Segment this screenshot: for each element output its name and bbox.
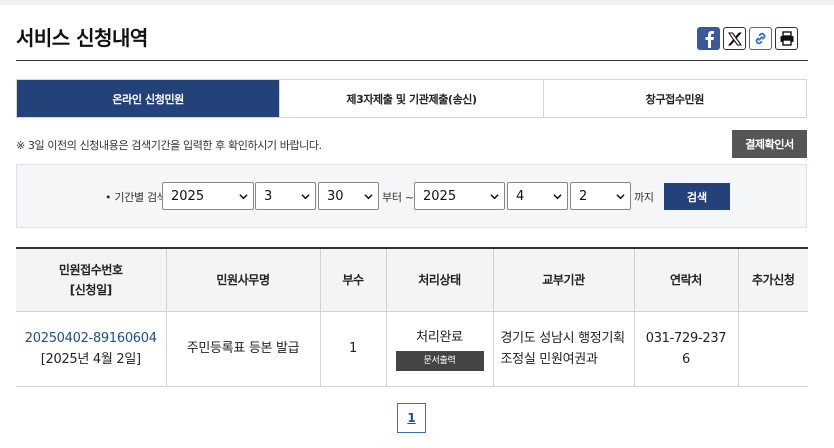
- link-copy-icon[interactable]: [749, 27, 772, 50]
- payment-confirmation-button[interactable]: 결제확인서: [732, 130, 807, 158]
- to-suffix-text: 까지: [634, 191, 654, 204]
- tab-counter-applications[interactable]: 창구접수민원: [542, 80, 806, 117]
- printer-icon[interactable]: [775, 27, 798, 50]
- contact-cell: 031-729-237 6: [633, 311, 738, 387]
- share-buttons: [697, 27, 798, 50]
- from-year-value: 2025: [171, 188, 205, 204]
- agency-cell: 경기도 성남시 행정기획 조정실 민원여권과: [492, 311, 634, 387]
- status-cell: 처리완료 문서출력: [385, 311, 493, 387]
- to-day-select[interactable]: 2: [570, 182, 631, 210]
- col-contact: 연락처: [633, 247, 738, 312]
- x-twitter-icon[interactable]: [723, 27, 746, 50]
- chevron-down-icon: [616, 194, 625, 200]
- receipt-number-link[interactable]: 20250402-89160604: [16, 328, 166, 349]
- table-header-row: 민원접수번호 [신청일] 민원사무명 부수 처리상태 교부기관 연락처 추가신청: [16, 247, 808, 312]
- col-extra-request: 추가신청: [737, 247, 808, 312]
- pagination-page-1[interactable]: 1: [397, 403, 426, 433]
- chevron-down-icon: [553, 194, 562, 200]
- from-day-select[interactable]: 30: [318, 182, 379, 210]
- receipt-cell: 20250402-89160604 [2025년 4월 2일]: [16, 311, 166, 387]
- from-year-select[interactable]: 2025: [162, 182, 254, 210]
- period-search-panel: • 기간별 검색 2025 3 30 부터 ~ 2025 4 2 까지 검색: [16, 164, 807, 228]
- agency-line-1: 경기도 성남시 행정기획: [500, 330, 626, 346]
- to-month-value: 4: [516, 188, 525, 204]
- col-service-name: 민원사무명: [165, 247, 320, 312]
- from-day-value: 30: [327, 188, 344, 204]
- title-divider: [16, 60, 808, 61]
- tab-online-applications[interactable]: 온라인 신청민원: [17, 80, 280, 117]
- col-copies: 부수: [319, 247, 386, 312]
- agency-line-2: 조정실 민원여권과: [500, 351, 598, 367]
- chevron-down-icon: [301, 194, 310, 200]
- table-row: 20250402-89160604 [2025년 4월 2일] 주민등록표 등본…: [16, 311, 808, 387]
- chevron-down-icon: [239, 194, 248, 200]
- contact-line-2: 6: [682, 351, 690, 367]
- tab-third-party-submission[interactable]: 제3자제출 및 기관제출(송신): [279, 80, 543, 117]
- application-history-table: 민원접수번호 [신청일] 민원사무명 부수 처리상태 교부기관 연락처 추가신청…: [16, 247, 808, 387]
- top-strip: [0, 0, 834, 5]
- from-month-value: 3: [264, 188, 273, 204]
- extra-request-cell: [737, 311, 808, 387]
- to-day-value: 2: [579, 188, 588, 204]
- col-status: 처리상태: [385, 247, 493, 312]
- status-text: 처리완료: [416, 329, 463, 345]
- col-receipt-number-label: 민원접수번호: [58, 262, 123, 277]
- to-year-select[interactable]: 2025: [414, 182, 505, 210]
- from-suffix-text: 부터 ~: [382, 191, 414, 204]
- to-month-select[interactable]: 4: [507, 182, 568, 210]
- col-receipt-number: 민원접수번호 [신청일]: [16, 247, 166, 312]
- copies-cell: 1: [319, 311, 386, 387]
- contact-line-1: 031-729-237: [645, 330, 727, 346]
- apply-date: [2025년 4월 2일]: [40, 351, 141, 367]
- col-apply-date-label: [신청일]: [69, 282, 112, 297]
- tab-bar: 온라인 신청민원 제3자제출 및 기관제출(송신) 창구접수민원: [16, 79, 807, 118]
- to-year-value: 2025: [423, 188, 457, 204]
- facebook-icon[interactable]: [697, 27, 720, 50]
- from-month-select[interactable]: 3: [255, 182, 316, 210]
- print-document-button[interactable]: 문서출력: [395, 350, 484, 371]
- chevron-down-icon: [490, 194, 499, 200]
- service-name-cell: 주민등록표 등본 발급: [165, 311, 320, 387]
- col-agency: 교부기관: [492, 247, 634, 312]
- search-button[interactable]: 검색: [664, 183, 730, 210]
- chevron-down-icon: [364, 194, 373, 200]
- period-notice: ※ 3일 이전의 신청내용은 검색기간을 입력한 후 확인하시기 바랍니다.: [16, 139, 322, 152]
- period-search-label: • 기간별 검색: [105, 191, 167, 204]
- page-title: 서비스 신청내역: [16, 26, 148, 50]
